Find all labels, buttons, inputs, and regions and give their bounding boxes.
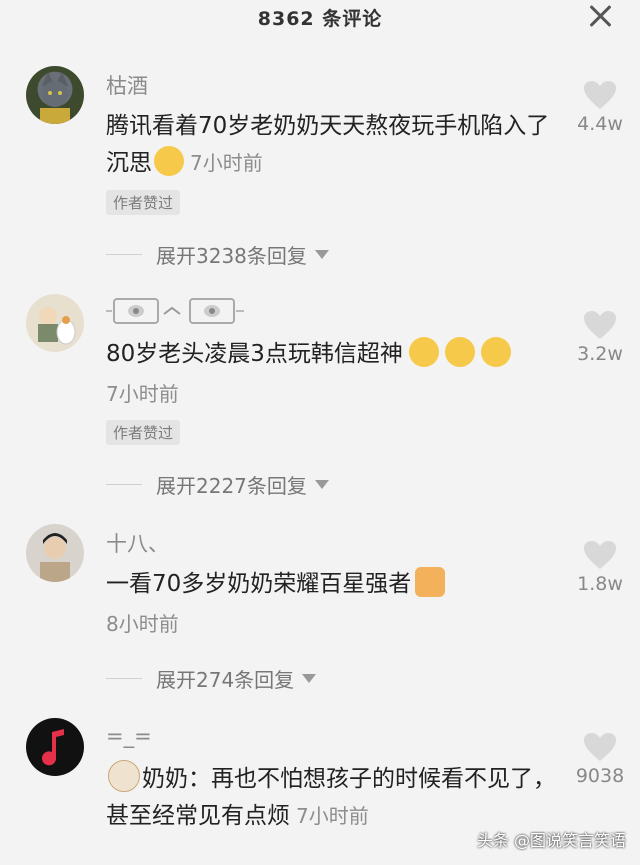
laughing-crying-icon <box>444 337 475 367</box>
author-liked-badge: 作者赞过 <box>106 190 181 215</box>
expand-replies[interactable]: 展开2227条回复 <box>106 470 329 499</box>
comment-username[interactable]: 十八、 <box>106 528 169 558</box>
comment-body: 一看70多岁奶奶荣耀百星强者 <box>106 571 412 597</box>
avatar[interactable] <box>26 718 84 776</box>
comment-username[interactable]: =_= <box>106 724 152 748</box>
heart-icon <box>584 81 616 109</box>
person-avatar-icon <box>40 533 70 582</box>
author-liked-badge: 作者赞过 <box>106 420 181 445</box>
heart-icon <box>584 733 616 761</box>
heart-icon <box>584 541 616 569</box>
watermark: 头条 @图说笑言笑语 <box>476 831 626 850</box>
comment-text: 一看70多岁奶奶荣耀百星强者 <box>106 566 556 603</box>
cat-avatar-icon <box>40 72 70 124</box>
like-button[interactable]: 1.8w <box>570 540 630 595</box>
like-count: 9038 <box>575 765 625 787</box>
like-button[interactable]: 3.2w <box>570 310 630 365</box>
chevron-down-icon <box>302 674 317 683</box>
like-count: 1.8w <box>577 573 623 595</box>
avatar[interactable] <box>26 294 84 352</box>
comment-time: 7小时前 <box>106 382 179 406</box>
divider-line <box>106 484 142 485</box>
expand-replies-label: 展开274条回复 <box>156 668 295 692</box>
comment-text: 80岁老头凌晨3点玩韩信超神 <box>106 336 556 373</box>
cartoon-avatar-icon <box>38 307 76 345</box>
comment-body: 80岁老头凌晨3点玩韩信超神 <box>106 341 403 367</box>
expand-replies[interactable]: 展开3238条回复 <box>106 240 329 269</box>
comment-time: 8小时前 <box>106 612 179 636</box>
like-button[interactable]: 4.4w <box>570 80 630 135</box>
chevron-down-icon <box>314 480 329 489</box>
expand-replies[interactable]: 展开274条回复 <box>106 664 317 693</box>
laughing-crying-icon <box>480 337 511 367</box>
crying-face-icon <box>154 146 184 176</box>
heart-icon <box>584 311 616 339</box>
music-note-icon <box>42 729 64 766</box>
comment-time: 7小时前 <box>190 151 263 175</box>
expand-replies-label: 展开2227条回复 <box>156 474 307 498</box>
glasses-username-icon[interactable] <box>106 296 246 330</box>
like-button[interactable]: 9038 <box>570 732 630 787</box>
laughing-crying-icon <box>408 337 439 367</box>
comment-text: 奶奶：再也不怕想孩子的时候看不见了，甚至经常见有点烦 7小时前 <box>106 760 566 835</box>
like-count: 4.4w <box>577 113 623 135</box>
comment-item: 枯酒 腾讯看着70岁老奶奶天天熬夜玩手机陷入了沉思 7小时前 作者赞过 展开323… <box>0 0 640 280</box>
divider-line <box>106 254 142 255</box>
expand-replies-label: 展开3238条回复 <box>156 244 307 268</box>
comment-time: 7小时前 <box>296 804 369 828</box>
chevron-down-icon <box>314 250 329 259</box>
comment-username[interactable]: 枯酒 <box>106 70 148 100</box>
thumbs-up-icon <box>415 567 446 597</box>
divider-line <box>106 678 142 679</box>
avatar[interactable] <box>26 66 84 124</box>
like-count: 3.2w <box>577 343 623 365</box>
cat-face-icon <box>108 760 140 792</box>
comment-text: 腾讯看着70岁老奶奶天天熬夜玩手机陷入了沉思 7小时前 <box>106 108 556 182</box>
avatar[interactable] <box>26 524 84 582</box>
